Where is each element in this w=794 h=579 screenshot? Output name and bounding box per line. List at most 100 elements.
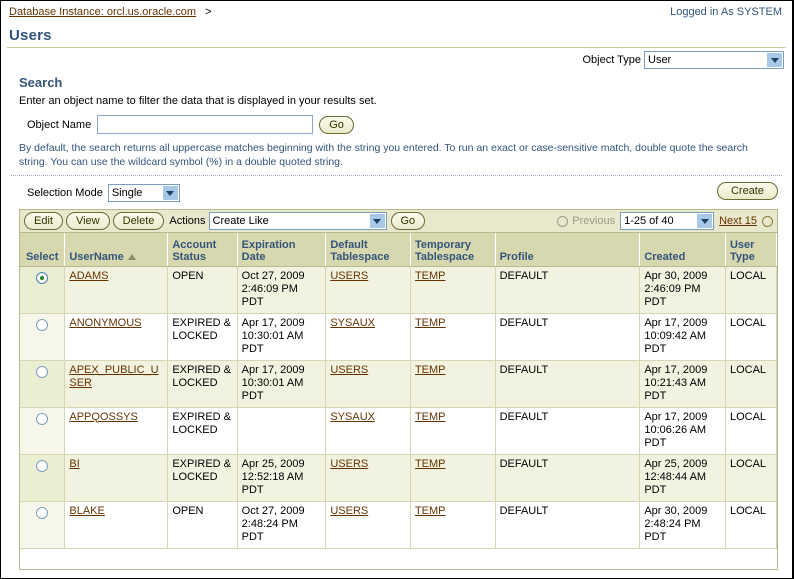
cell-username[interactable]: ANONYMOUS	[64, 313, 169, 361]
page-range-select[interactable]: 1-25 of 40	[620, 212, 715, 230]
row-select-cell[interactable]	[20, 360, 66, 408]
row-select-cell[interactable]	[20, 407, 66, 455]
create-button[interactable]: Create	[716, 182, 778, 200]
row-select-cell[interactable]	[20, 313, 66, 361]
chevron-down-icon	[697, 214, 713, 228]
cell-expiration-date: Oct 27, 2009 2:48:24 PM PDT	[237, 501, 327, 549]
cell-username-link[interactable]: BLAKE	[69, 505, 104, 517]
search-heading: Search	[19, 75, 63, 90]
actions-select[interactable]: Create Like	[208, 212, 387, 230]
cell-profile: DEFAULT	[495, 360, 641, 408]
column-header-expiration-date[interactable]: Expiration Date	[237, 233, 327, 267]
cell-username-link[interactable]: ADAMS	[69, 270, 108, 282]
table-row[interactable]: BI EXPIRED & LOCKED Apr 25, 2009 12:52:18 …	[20, 454, 777, 502]
row-select-radio[interactable]	[36, 412, 49, 425]
row-select-radio[interactable]	[36, 318, 49, 331]
cell-default-tablespace[interactable]: USERS	[325, 360, 411, 408]
cell-user-type: LOCAL	[725, 454, 777, 502]
cell-temporary-tablespace-link[interactable]: TEMP	[415, 270, 446, 282]
cell-expiration-date: Apr 25, 2009 12:52:18 AM PDT	[237, 454, 327, 502]
row-select-cell[interactable]	[20, 501, 66, 549]
cell-default-tablespace-link[interactable]: SYSAUX	[330, 411, 375, 423]
table-row[interactable]: APEX_PUBLIC_USER EXPIRED & LOCKED Apr 17, …	[20, 360, 777, 408]
cell-default-tablespace[interactable]: USERS	[325, 501, 411, 549]
row-select-radio[interactable]	[36, 365, 49, 378]
column-header-temporary-tablespace[interactable]: Temporary Tablespace	[410, 233, 496, 267]
cell-default-tablespace-link[interactable]: USERS	[330, 364, 368, 376]
row-select-radio[interactable]	[36, 506, 49, 519]
chevron-down-icon	[162, 186, 178, 200]
table-row[interactable]: APPQOSSYS EXPIRED & LOCKED SYSAUX TEMP DEFAU…	[20, 407, 777, 455]
search-hint-text: By default, the search returns all upper…	[19, 142, 748, 168]
cell-default-tablespace-link[interactable]: SYSAUX	[330, 317, 375, 329]
chevron-down-icon	[369, 214, 385, 228]
cell-username-link[interactable]: ANONYMOUS	[69, 317, 141, 329]
cell-default-tablespace[interactable]: SYSAUX	[325, 313, 411, 361]
previous-arrow-icon	[557, 215, 569, 227]
cell-temporary-tablespace-link[interactable]: TEMP	[415, 364, 446, 376]
cell-username-link[interactable]: BI	[69, 458, 79, 470]
cell-username-link[interactable]: APEX_PUBLIC_USER	[69, 364, 158, 389]
cell-temporary-tablespace[interactable]: TEMP	[410, 360, 496, 408]
cell-temporary-tablespace-link[interactable]: TEMP	[415, 317, 446, 329]
cell-created: Apr 30, 2009 2:46:09 PM PDT	[639, 266, 726, 314]
actions-go-button[interactable]: Go	[390, 212, 426, 230]
cell-username[interactable]: APEX_PUBLIC_USER	[64, 360, 169, 408]
cell-username[interactable]: ADAMS	[64, 266, 169, 314]
cell-temporary-tablespace-link[interactable]: TEMP	[415, 411, 446, 423]
cell-temporary-tablespace[interactable]: TEMP	[410, 407, 496, 455]
object-type-control: Object Type User	[583, 51, 784, 69]
selection-mode-select[interactable]: Single	[107, 184, 180, 202]
column-header-account-status[interactable]: Account Status	[167, 233, 238, 267]
cell-default-tablespace-link[interactable]: USERS	[330, 505, 368, 517]
cell-username[interactable]: BLAKE	[64, 501, 169, 549]
cell-username-link[interactable]: APPQOSSYS	[69, 411, 137, 423]
column-header-user-type[interactable]: User Type	[725, 233, 777, 267]
row-select-radio[interactable]	[36, 271, 49, 284]
object-name-input[interactable]	[97, 115, 314, 134]
delete-button[interactable]: Delete	[112, 212, 165, 230]
cell-default-tablespace[interactable]: SYSAUX	[325, 407, 411, 455]
cell-account-status: OPEN	[167, 266, 238, 314]
cell-profile: DEFAULT	[495, 501, 641, 549]
breadcrumb-database-instance-link[interactable]: Database Instance: orcl.us.oracle.com	[9, 6, 196, 18]
edit-button[interactable]: Edit	[24, 212, 63, 230]
column-header-username[interactable]: UserName	[64, 233, 169, 267]
cell-account-status: OPEN	[167, 501, 238, 549]
table-row[interactable]: ADAMS OPEN Oct 27, 2009 2:46:09 PM PDT USER…	[20, 266, 777, 314]
column-header-default-tablespace[interactable]: Default Tablespace	[325, 233, 411, 267]
cell-account-status: EXPIRED & LOCKED	[167, 454, 238, 502]
table-row[interactable]: ANONYMOUS EXPIRED & LOCKED Apr 17, 2009 10…	[20, 313, 777, 361]
users-table: Select UserName Account Status Expiratio…	[20, 233, 777, 549]
row-select-radio[interactable]	[36, 459, 49, 472]
cell-account-status: EXPIRED & LOCKED	[167, 360, 238, 408]
column-header-select: Select	[20, 233, 66, 267]
cell-temporary-tablespace[interactable]: TEMP	[410, 313, 496, 361]
view-button[interactable]: View	[65, 212, 110, 230]
cell-temporary-tablespace-link[interactable]: TEMP	[415, 458, 446, 470]
cell-default-tablespace-link[interactable]: USERS	[330, 270, 368, 282]
cell-temporary-tablespace[interactable]: TEMP	[410, 501, 496, 549]
table-row[interactable]: BLAKE OPEN Oct 27, 2009 2:48:24 PM PDT USER…	[20, 501, 777, 549]
pagination-controls: Previous 1-25 of 40 Next 15	[557, 212, 773, 230]
next-arrow-icon[interactable]	[762, 215, 773, 227]
table-action-bar: Edit View Delete Actions Create Like Go …	[19, 209, 778, 233]
object-type-select[interactable]: User	[644, 51, 784, 69]
create-button-container: Create	[716, 182, 778, 200]
cell-default-tablespace[interactable]: USERS	[325, 454, 411, 502]
cell-default-tablespace[interactable]: USERS	[325, 266, 411, 314]
cell-username[interactable]: APPQOSSYS	[64, 407, 169, 455]
cell-temporary-tablespace-link[interactable]: TEMP	[415, 505, 446, 517]
cell-user-type: LOCAL	[725, 407, 777, 455]
next-page-link[interactable]: Next 15	[719, 215, 757, 227]
cell-temporary-tablespace[interactable]: TEMP	[410, 266, 496, 314]
column-header-created[interactable]: Created	[639, 233, 726, 267]
search-go-button[interactable]: Go	[319, 115, 354, 134]
column-header-profile[interactable]: Profile	[495, 233, 641, 267]
row-select-cell[interactable]	[20, 266, 66, 314]
row-select-cell[interactable]	[20, 454, 66, 502]
cell-default-tablespace-link[interactable]: USERS	[330, 458, 368, 470]
cell-temporary-tablespace[interactable]: TEMP	[410, 454, 496, 502]
selection-mode-control: Selection Mode Single	[27, 184, 180, 202]
cell-username[interactable]: BI	[64, 454, 169, 502]
